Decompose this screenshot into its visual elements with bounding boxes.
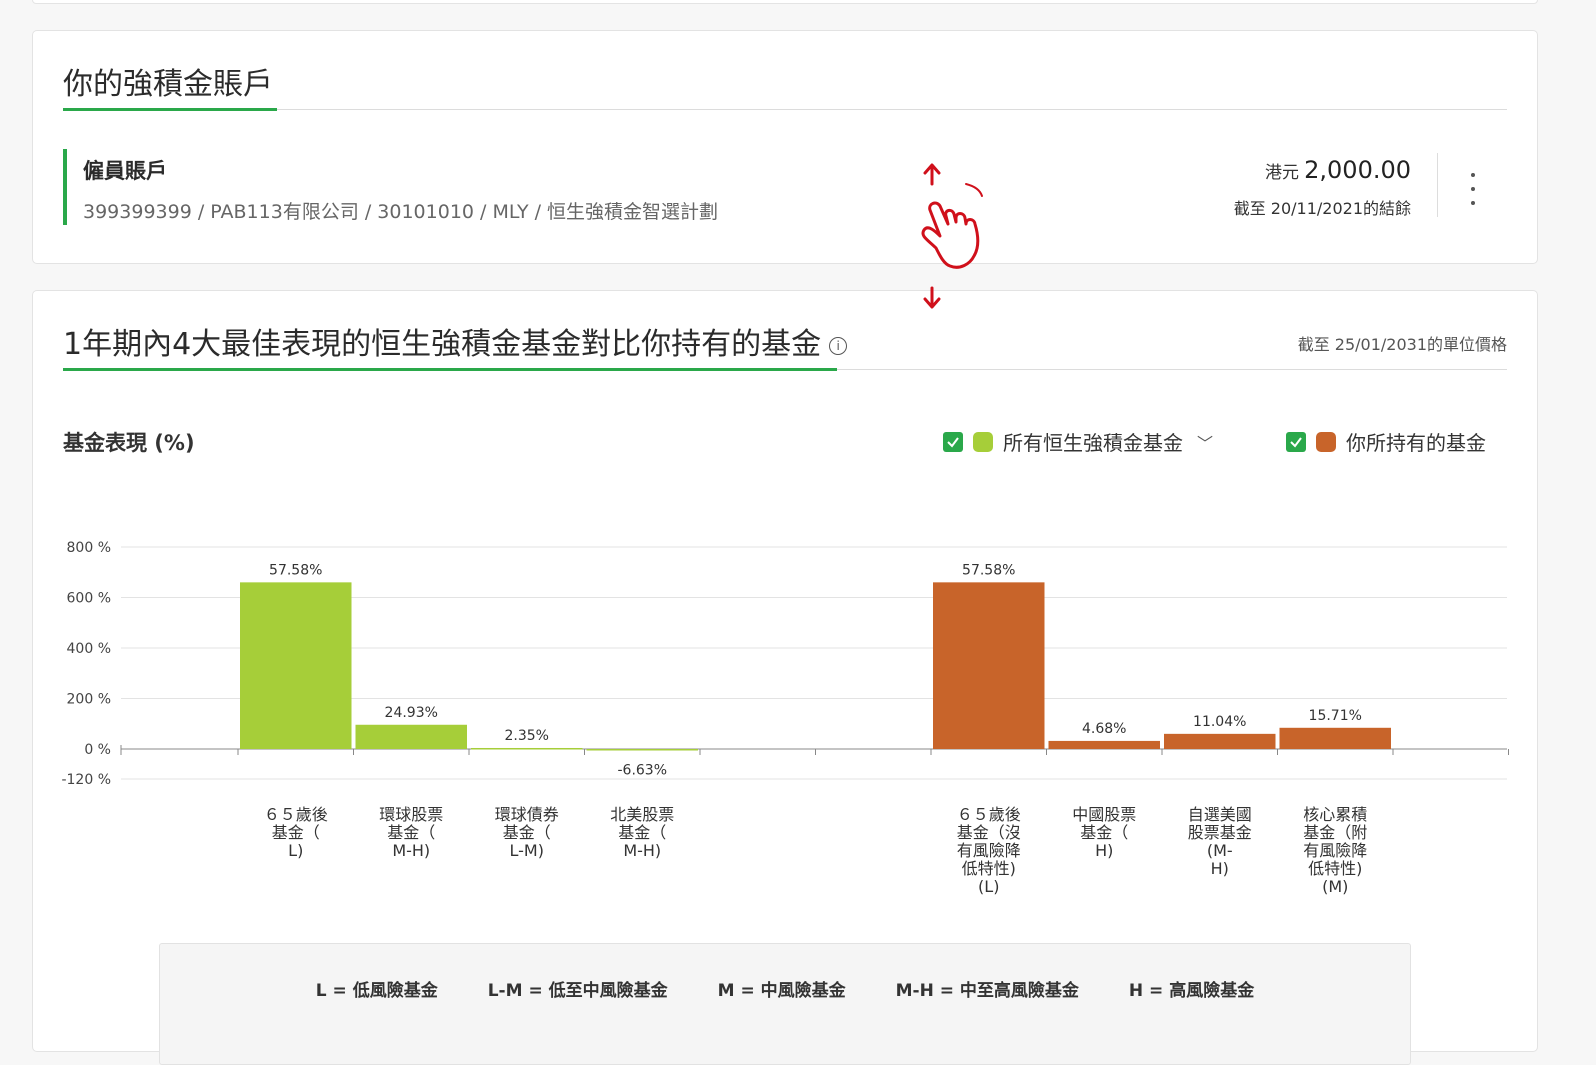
x-category-label: L) xyxy=(288,841,303,860)
risk-legend-item: L = 低風險基金 xyxy=(315,981,438,1001)
x-category-label: 基金（ xyxy=(618,823,666,842)
y-tick-label: 600 % xyxy=(67,591,111,607)
fund-performance-chart: 800 %600 %400 %200 %0 %-120 %57.58%６５歲後基… xyxy=(61,540,1509,896)
risk-legend-item: H = 高風險基金 xyxy=(1128,981,1255,1001)
x-category-label: 自選美國 xyxy=(1188,805,1252,824)
bar-data-label: 57.58% xyxy=(269,562,322,578)
account-section-title: 你的強積金賬戶 xyxy=(63,67,273,102)
account-title-underline xyxy=(63,108,277,111)
bar-data-label: 4.68% xyxy=(1082,721,1126,737)
account-type: 僱員賬戶 xyxy=(83,159,167,183)
bar-data-label: 2.35% xyxy=(505,728,549,744)
x-category-label: L-M) xyxy=(510,841,544,860)
x-category-label: ６５歲後 xyxy=(957,805,1021,824)
chart-bar xyxy=(586,749,698,751)
x-category-label: 北美股票 xyxy=(610,805,674,824)
chart-bar xyxy=(471,747,583,750)
x-category-label: 基金（ xyxy=(387,823,435,842)
x-category-label: 基金（ xyxy=(503,823,551,842)
y-tick-label: -120 % xyxy=(61,772,111,788)
scroll-gesture-hand-icon xyxy=(921,163,983,309)
x-category-label: 有風險降 xyxy=(1303,841,1367,860)
y-tick-label: 400 % xyxy=(67,641,111,657)
x-category-label: (L) xyxy=(978,877,999,896)
x-category-label: 股票基金 xyxy=(1188,823,1252,842)
balance-amount: 2,000.00 xyxy=(1304,156,1411,184)
chart-bar xyxy=(1279,727,1391,749)
x-category-label: 基金（沒 xyxy=(957,823,1021,842)
risk-legend-item: L-M = 低至中風險基金 xyxy=(487,981,668,1001)
divider xyxy=(1437,153,1438,217)
bar-data-label: 24.93% xyxy=(385,705,438,721)
bar-data-label: 57.58% xyxy=(962,562,1015,578)
x-category-label: 基金（附 xyxy=(1303,823,1367,842)
risk-legend-items: L = 低風險基金 L-M = 低至中風險基金 M = 中風險基金 M-H = … xyxy=(160,976,1410,1001)
account-balance: 港元 2,000.00 xyxy=(1265,156,1411,184)
x-category-label: H) xyxy=(1095,841,1113,860)
y-tick-label: 0 % xyxy=(84,742,111,758)
x-category-label: 有風險降 xyxy=(957,841,1021,860)
y-tick-label: 800 % xyxy=(67,540,111,556)
account-section-header: 你的強積金賬戶 xyxy=(63,59,1507,111)
x-category-label: 環球債券 xyxy=(495,805,559,824)
fund-performance-card: 1年期內4大最佳表現的恒生強積金基金對比你持有的基金 i 截至 25/01/203… xyxy=(32,290,1538,1065)
x-category-label: 基金（ xyxy=(1080,823,1128,842)
previous-card-edge xyxy=(32,0,1538,4)
x-category-label: M-H) xyxy=(392,841,430,860)
chart-bar xyxy=(355,724,467,749)
chart-bar xyxy=(240,582,352,749)
y-tick-label: 200 % xyxy=(67,692,111,708)
x-category-label: (M) xyxy=(1322,877,1348,896)
x-category-label: H) xyxy=(1211,859,1229,878)
risk-legend-item: M-H = 中至高風險基金 xyxy=(895,981,1079,1001)
x-category-label: 基金（ xyxy=(272,823,320,842)
x-category-label: 中國股票 xyxy=(1072,805,1136,824)
x-category-label: 低特性) xyxy=(1308,859,1362,878)
x-category-label: 低特性) xyxy=(962,859,1016,878)
chart-bar xyxy=(1048,740,1160,749)
risk-legend-item: M = 中風險基金 xyxy=(717,981,846,1001)
account-detail: 399399399 / PAB113有限公司 / 30101010 / MLY … xyxy=(83,201,719,223)
risk-legend-panel: L = 低風險基金 L-M = 低至中風險基金 M = 中風險基金 M-H = … xyxy=(159,943,1411,1065)
chart-bar xyxy=(933,582,1045,749)
x-category-label: M-H) xyxy=(623,841,661,860)
more-options-icon[interactable] xyxy=(1465,173,1481,205)
x-category-label: ６５歲後 xyxy=(264,805,328,824)
bar-data-label: 15.71% xyxy=(1309,708,1362,724)
balance-currency: 港元 xyxy=(1265,163,1300,183)
bar-data-label: -6.63% xyxy=(617,763,667,779)
x-category-label: 核心累積 xyxy=(1303,805,1367,824)
balance-date: 截至 20/11/2021的結餘 xyxy=(1233,199,1411,218)
x-category-label: 環球股票 xyxy=(379,805,443,824)
chart-bar xyxy=(1164,733,1276,749)
x-category-label: (M- xyxy=(1207,841,1233,860)
mpf-account-card: 你的強積金賬戶 僱員賬戶 399399399 / PAB113有限公司 / 30… xyxy=(32,30,1538,264)
bar-data-label: 11.04% xyxy=(1193,714,1246,730)
